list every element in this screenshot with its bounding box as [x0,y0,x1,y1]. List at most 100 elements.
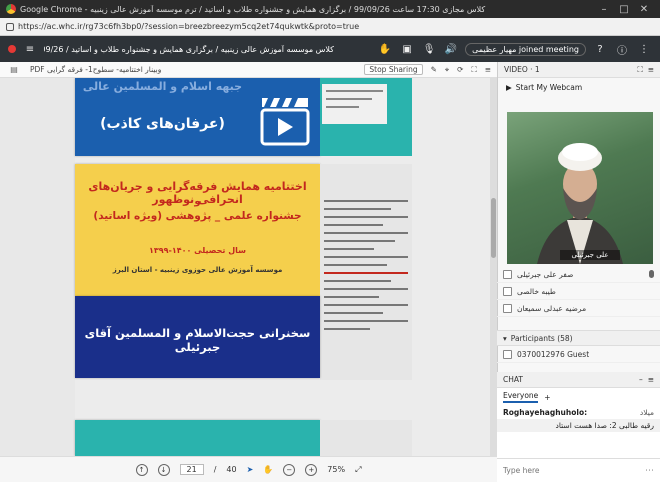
send-icon[interactable]: ⋯ [645,466,654,476]
meeting-title: کلاس موسسه آموزش عالی زینبیه / برگزاری ه… [44,44,334,54]
participants-header[interactable]: ▾ Participants (58) [497,330,660,346]
slide-main-title: اختتامیه همایش فرقه‌گرایی و جریان‌های ان… [75,164,320,296]
chat-section: CHAT – ≡ Everyone + Roghayehaghuholo: می… [497,372,660,482]
webcam-feed[interactable] [507,112,653,264]
slide-speaker: سخنرانی حجت‌الاسلام و المسلمین آقای جبرئ… [75,296,320,378]
chat-sender: Roghayehaghuholo: [503,408,588,417]
attendee-row[interactable]: صفر علی جبرئیلی [497,266,660,283]
speaker-icon[interactable]: 🔊 [443,41,459,57]
chat-minimize-icon[interactable]: – [639,375,643,384]
record-icon[interactable] [8,45,16,53]
attendee-row[interactable]: مرضیه عبدلی سمیعان [497,300,660,317]
chat-audience-bar: Everyone + [497,388,660,406]
slide-toc-snippet [322,84,387,124]
window-title: Google Chrome - کلاس مجازی 17:30 ساعت 99… [20,4,486,14]
page-separator: / [213,465,217,474]
menu-icon[interactable]: ≡ [22,41,38,57]
chat-message: Roghayehaghuholo: میلاد [497,406,660,419]
start-webcam-label: Start My Webcam [515,82,583,92]
page-gutter-right [412,78,497,456]
chat-messages: Roghayehaghuholo: میلاد رقیه طالبی 2: صد… [497,406,660,450]
pointer-icon[interactable]: ⌖ [445,65,449,75]
slide-next [75,420,320,456]
collapse-arrow-icon[interactable]: ▾ [503,334,507,343]
lock-icon [6,22,14,31]
start-webcam-button[interactable]: ▶ Start My Webcam [498,78,660,96]
fullscreen-icon[interactable]: ⛶ [471,65,476,75]
browser-title-bar: Google Chrome - کلاس مجازی 17:30 ساعت 99… [0,0,660,18]
page-number-input[interactable]: 21 [179,464,204,475]
video-header: VIDEO · 1 ⛶ ≡ [498,62,660,78]
page-navigation: ↑ ↓ 21 / 40 ➤ ✋ − + 75% ⤢ [0,456,497,482]
page-gutter-left [0,78,75,456]
attendee-checkbox[interactable] [503,303,512,313]
help-icon[interactable]: ? [592,41,608,57]
fit-page-icon[interactable]: ⤢ [355,465,361,475]
slide-top-banner: جبهه اسلام و المسلمین عالی (عرفان‌های کا… [75,78,320,156]
attendee-name: طیبه خالصی [517,286,556,296]
video-fullscreen-icon[interactable]: ⛶ [637,65,642,75]
video-menu-icon[interactable]: ≡ [648,65,654,74]
participant-name: 0370012976 Guest [517,349,590,359]
attendee-checkbox[interactable] [503,269,512,279]
next-page-button[interactable]: ↓ [157,463,170,476]
url-text[interactable]: https://ac.whc.ir/rg73c6fh3bp0/?session=… [18,22,359,31]
speaker-text: سخنرانی حجت‌الاسلام و المسلمین آقای جبرئ… [84,326,311,354]
chat-menu-icon[interactable]: ≡ [648,375,654,384]
presentation-header: ▤ PDF وبینار اختتامیه- سطوح1- فرقه گرایی… [0,62,497,78]
participants-section: ▾ Participants (58) 0370012976 Guest [497,330,660,363]
screen-share-icon[interactable]: ▣ [399,41,415,57]
presentation-area[interactable]: جبهه اسلام و المسلمین عالی (عرفان‌های کا… [0,78,497,456]
main-title-line3: جشنواره علمی _ پژوهشی (ویژه اساتید) [93,210,302,222]
attendee-list: صفر علی جبرئیلی طیبه خالصی مرضیه عبدلی س… [497,266,660,317]
maximize-button[interactable]: □ [614,4,634,15]
attendee-name: صفر علی جبرئیلی [517,269,574,279]
participants-label: Participants (58) [510,333,573,343]
academic-year: سال تحصیلی ۱۴۰۰-۱۳۹۹ [148,246,247,255]
clapperboard-icon [260,98,310,146]
attendee-name: مرضیه عبدلی سمیعان [517,303,587,313]
hand-tool-icon[interactable]: ✋ [263,465,273,474]
more-icon[interactable]: ⋮ [636,41,652,57]
slide-next-side [320,420,412,456]
participant-row[interactable]: 0370012976 Guest [497,346,660,363]
chat-text: رقیه طالبی 2: صدا هست استاد [555,421,654,430]
slide-banner-text: (عرفان‌های کاذب) [100,116,225,132]
close-button[interactable]: ✕ [634,4,654,15]
zoom-level[interactable]: 75% [327,465,345,474]
chat-audience-tab[interactable]: Everyone [503,391,539,403]
webcam-icon: ▶ [506,82,512,92]
webcam-name-tag: علی جبرئیلی [560,250,620,260]
pen-icon[interactable]: ✎ [431,65,437,74]
attendee-row[interactable]: طیبه خالصی [497,283,660,300]
chat-text: میلاد [639,408,654,417]
add-chat-icon[interactable]: + [544,393,550,402]
speaker-avatar [537,143,623,264]
minimize-button[interactable]: – [594,4,614,15]
previous-page-button[interactable]: ↑ [135,463,148,476]
zoom-out-button[interactable]: − [283,463,296,476]
attendee-checkbox[interactable] [503,286,512,296]
total-pages: 40 [226,465,237,474]
chrome-icon [6,4,16,14]
chat-input[interactable] [503,466,645,475]
institute-name: موسسه آموزش عالی حوزوی زینبیه - استان ال… [112,266,283,274]
chat-message: رقیه طالبی 2: صدا هست استاد [497,419,660,432]
participant-checkbox[interactable] [503,349,512,359]
sync-icon[interactable]: ⟳ [457,65,463,74]
slide-top-banner-title: جبهه اسلام و المسلمین عالی [82,80,243,93]
microphone-icon[interactable]: 🎙 [421,41,437,57]
slide-toc-page [320,164,412,380]
user-status: مهیار عظیمی joined meeting [465,42,586,56]
presentation-scrollbar[interactable] [490,78,497,456]
options-icon[interactable]: ≡ [485,65,491,74]
cursor-tool-icon[interactable]: ➤ [247,465,254,474]
document-icon: ▤ [10,65,18,74]
raise-hand-icon[interactable]: ✋ [377,41,393,57]
main-title-line2: و [194,196,201,207]
file-label: PDF وبینار اختتامیه- سطوح1- فرقه گرایی [30,65,162,74]
zoom-in-button[interactable]: + [305,463,318,476]
stop-sharing-button[interactable]: Stop Sharing [364,64,423,75]
address-bar[interactable]: https://ac.whc.ir/rg73c6fh3bp0/?session=… [0,18,660,36]
info-icon[interactable]: ⓘ [614,41,630,57]
